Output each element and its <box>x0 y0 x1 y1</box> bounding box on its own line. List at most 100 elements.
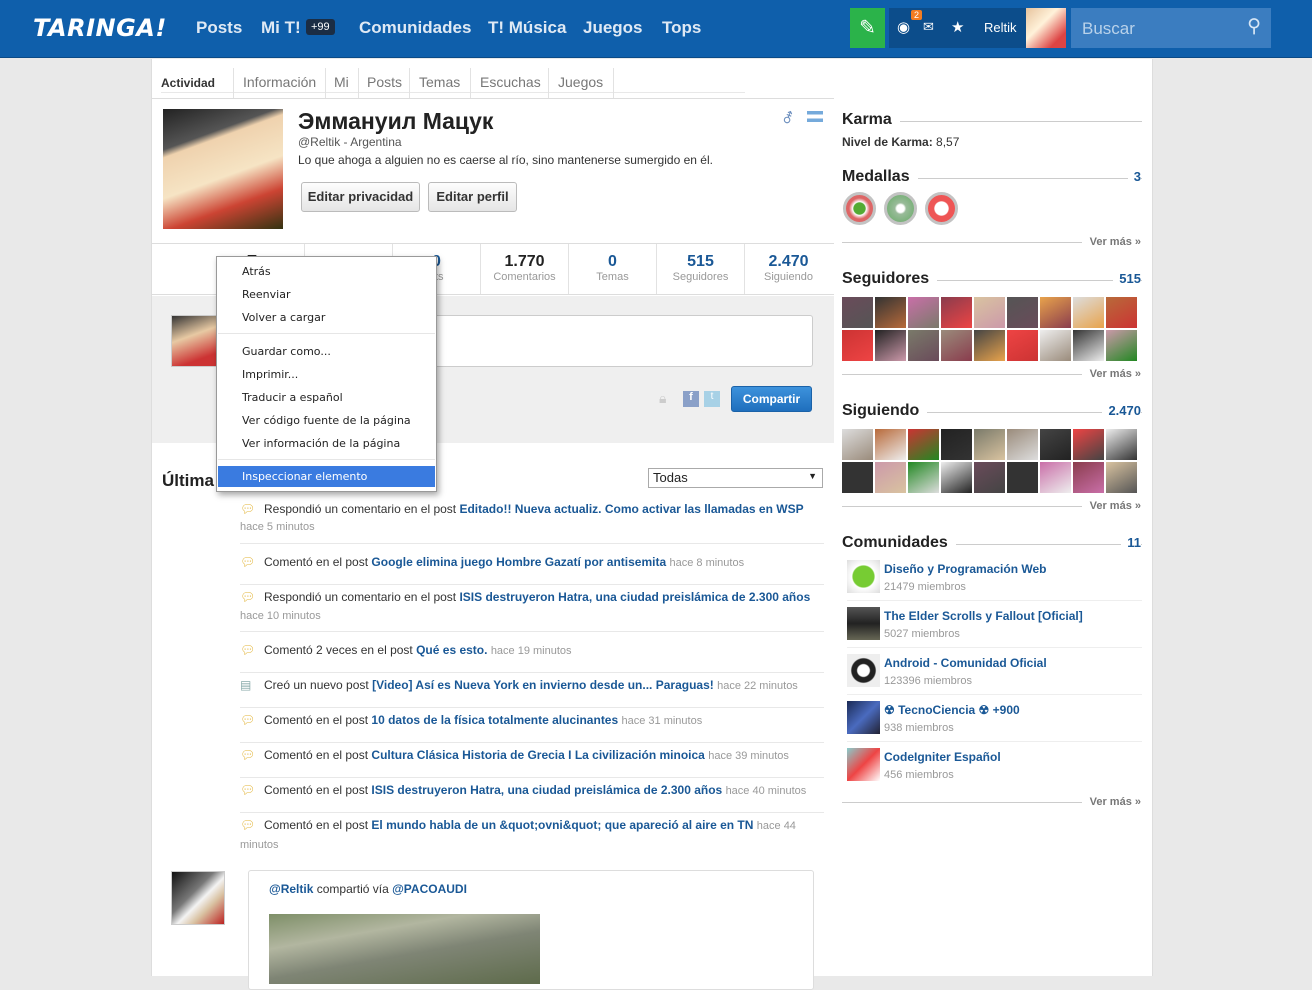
edit-profile-button[interactable]: Editar perfil <box>428 182 517 212</box>
user-thumbnail[interactable] <box>974 429 1005 460</box>
user-thumbnail[interactable] <box>1007 462 1038 493</box>
mail-icon[interactable]: ✉ <box>923 19 934 35</box>
twitter-icon[interactable]: t <box>704 391 720 407</box>
user-thumbnail[interactable] <box>1073 462 1104 493</box>
menu-item-atras[interactable]: Atrás <box>218 261 435 282</box>
menu-item-volver-a-cargar[interactable]: Volver a cargar <box>218 307 435 328</box>
user-thumbnail[interactable] <box>974 462 1005 493</box>
user-thumbnail[interactable] <box>842 330 873 361</box>
nav-mi-t[interactable]: Mi T! <box>261 18 301 38</box>
community-logo[interactable] <box>847 748 880 781</box>
tab-informacion[interactable]: Información <box>243 74 316 90</box>
menu-item-ver-informacion[interactable]: Ver información de la página <box>218 433 435 454</box>
profile-avatar[interactable] <box>163 109 283 229</box>
ver-mas-siguiendo-link[interactable]: Ver más » <box>1081 500 1141 512</box>
user-thumbnail[interactable] <box>1106 462 1137 493</box>
seguidores-count[interactable]: 515 <box>1113 271 1141 286</box>
nav-juegos[interactable]: Juegos <box>583 18 643 38</box>
stat-siguiendo[interactable]: 2.470 Siguiendo <box>744 244 832 294</box>
ver-mas-seguidores-link[interactable]: Ver más » <box>1081 368 1141 380</box>
user-thumbnail[interactable] <box>875 429 906 460</box>
community-name[interactable]: ☢ TecnoCiencia ☢ +900 <box>884 703 1020 717</box>
nav-musica[interactable]: T! Música <box>488 18 566 38</box>
user-thumbnail[interactable] <box>875 297 906 328</box>
user-thumbnail[interactable] <box>908 462 939 493</box>
user-thumbnail[interactable] <box>941 429 972 460</box>
user-thumbnail[interactable] <box>1040 330 1071 361</box>
comunidades-count[interactable]: 11 <box>1121 535 1141 550</box>
shared-post-avatar[interactable] <box>171 871 225 925</box>
star-icon[interactable]: ★ <box>951 18 964 36</box>
eye-medal-icon[interactable] <box>843 192 876 225</box>
share-button[interactable]: Compartir <box>731 386 812 412</box>
menu-item-imprimir[interactable]: Imprimir... <box>218 364 435 385</box>
nav-comunidades[interactable]: Comunidades <box>359 18 471 38</box>
user-thumbnail[interactable] <box>1073 297 1104 328</box>
user-thumbnail[interactable] <box>974 297 1005 328</box>
shared-post-image[interactable] <box>269 914 540 984</box>
user-thumbnail[interactable] <box>1073 330 1104 361</box>
face-medal-icon[interactable] <box>925 192 958 225</box>
nav-posts[interactable]: Posts <box>196 18 242 38</box>
user-thumbnail[interactable] <box>1007 297 1038 328</box>
user-thumbnail[interactable] <box>1106 297 1137 328</box>
trophy-medal-icon[interactable] <box>884 192 917 225</box>
user-thumbnail[interactable] <box>941 297 972 328</box>
stat-comentarios[interactable]: 1.770 Comentarios <box>480 244 568 294</box>
menu-item-guardar-como[interactable]: Guardar como... <box>218 341 435 362</box>
nav-tops[interactable]: Tops <box>662 18 701 38</box>
menu-item-ver-codigo-fuente[interactable]: Ver código fuente de la página <box>218 410 435 431</box>
ver-mas-medallas-link[interactable]: Ver más » <box>1081 236 1141 248</box>
activity-filter-select[interactable]: Todas ▼ <box>648 468 823 488</box>
community-name[interactable]: The Elder Scrolls y Fallout [Oficial] <box>884 609 1083 623</box>
community-name[interactable]: Android - Comunidad Oficial <box>884 656 1047 670</box>
tab-mi[interactable]: Mi <box>334 74 349 90</box>
user-thumbnail[interactable] <box>1040 429 1071 460</box>
community-name[interactable]: Diseño y Programación Web <box>884 562 1047 576</box>
tab-posts[interactable]: Posts <box>367 74 402 90</box>
user-thumbnail[interactable] <box>1106 429 1137 460</box>
user-thumbnail[interactable] <box>1040 462 1071 493</box>
search-input[interactable]: Buscar ⚲ <box>1071 8 1271 48</box>
user-thumbnail[interactable] <box>1007 429 1038 460</box>
search-icon[interactable]: ⚲ <box>1247 15 1261 38</box>
user-thumbnail[interactable] <box>842 429 873 460</box>
compose-post-button[interactable]: ✎ <box>850 8 885 48</box>
stat-seguidores[interactable]: 515 Seguidores <box>656 244 744 294</box>
siguiendo-count[interactable]: 2.470 <box>1102 403 1141 418</box>
menu-item-inspeccionar-elemento[interactable]: Inspeccionar elemento <box>218 466 435 487</box>
user-thumbnail[interactable] <box>875 462 906 493</box>
ver-mas-comunidades-link[interactable]: Ver más » <box>1081 796 1141 808</box>
community-logo[interactable] <box>847 560 880 593</box>
user-avatar[interactable] <box>1026 8 1066 48</box>
user-thumbnail[interactable] <box>908 330 939 361</box>
user-thumbnail[interactable] <box>908 297 939 328</box>
tab-juegos[interactable]: Juegos <box>558 74 603 90</box>
user-thumbnail[interactable] <box>1040 297 1071 328</box>
edit-privacy-button[interactable]: Editar privacidad <box>301 182 420 212</box>
community-logo[interactable] <box>847 607 880 640</box>
community-name[interactable]: CodeIgniter Español <box>884 750 1001 764</box>
facebook-icon[interactable]: f <box>683 391 699 407</box>
username-link[interactable]: Reltik <box>984 20 1017 35</box>
menu-item-traducir[interactable]: Traducir a español <box>218 387 435 408</box>
user-thumbnail[interactable] <box>908 429 939 460</box>
community-logo[interactable] <box>847 654 880 687</box>
user-thumbnail[interactable] <box>974 330 1005 361</box>
tab-escuchas[interactable]: Escuchas <box>480 74 541 90</box>
taringa-logo[interactable]: TARINGA! <box>33 14 167 42</box>
community-logo[interactable] <box>847 701 880 734</box>
user-thumbnail[interactable] <box>842 462 873 493</box>
user-thumbnail[interactable] <box>842 297 873 328</box>
stat-temas[interactable]: 0 Temas <box>568 244 656 294</box>
user-thumbnail[interactable] <box>1106 330 1137 361</box>
lock-icon[interactable]: 🔒︎ <box>659 390 666 407</box>
user-thumbnail[interactable] <box>1007 330 1038 361</box>
monitor-eye-icon[interactable]: ◉ <box>897 18 910 36</box>
user-thumbnail[interactable] <box>875 330 906 361</box>
medallas-count[interactable]: 3 <box>1127 169 1141 184</box>
menu-item-reenviar[interactable]: Reenviar <box>218 284 435 305</box>
tab-temas[interactable]: Temas <box>419 74 460 90</box>
user-thumbnail[interactable] <box>1073 429 1104 460</box>
user-thumbnail[interactable] <box>941 462 972 493</box>
